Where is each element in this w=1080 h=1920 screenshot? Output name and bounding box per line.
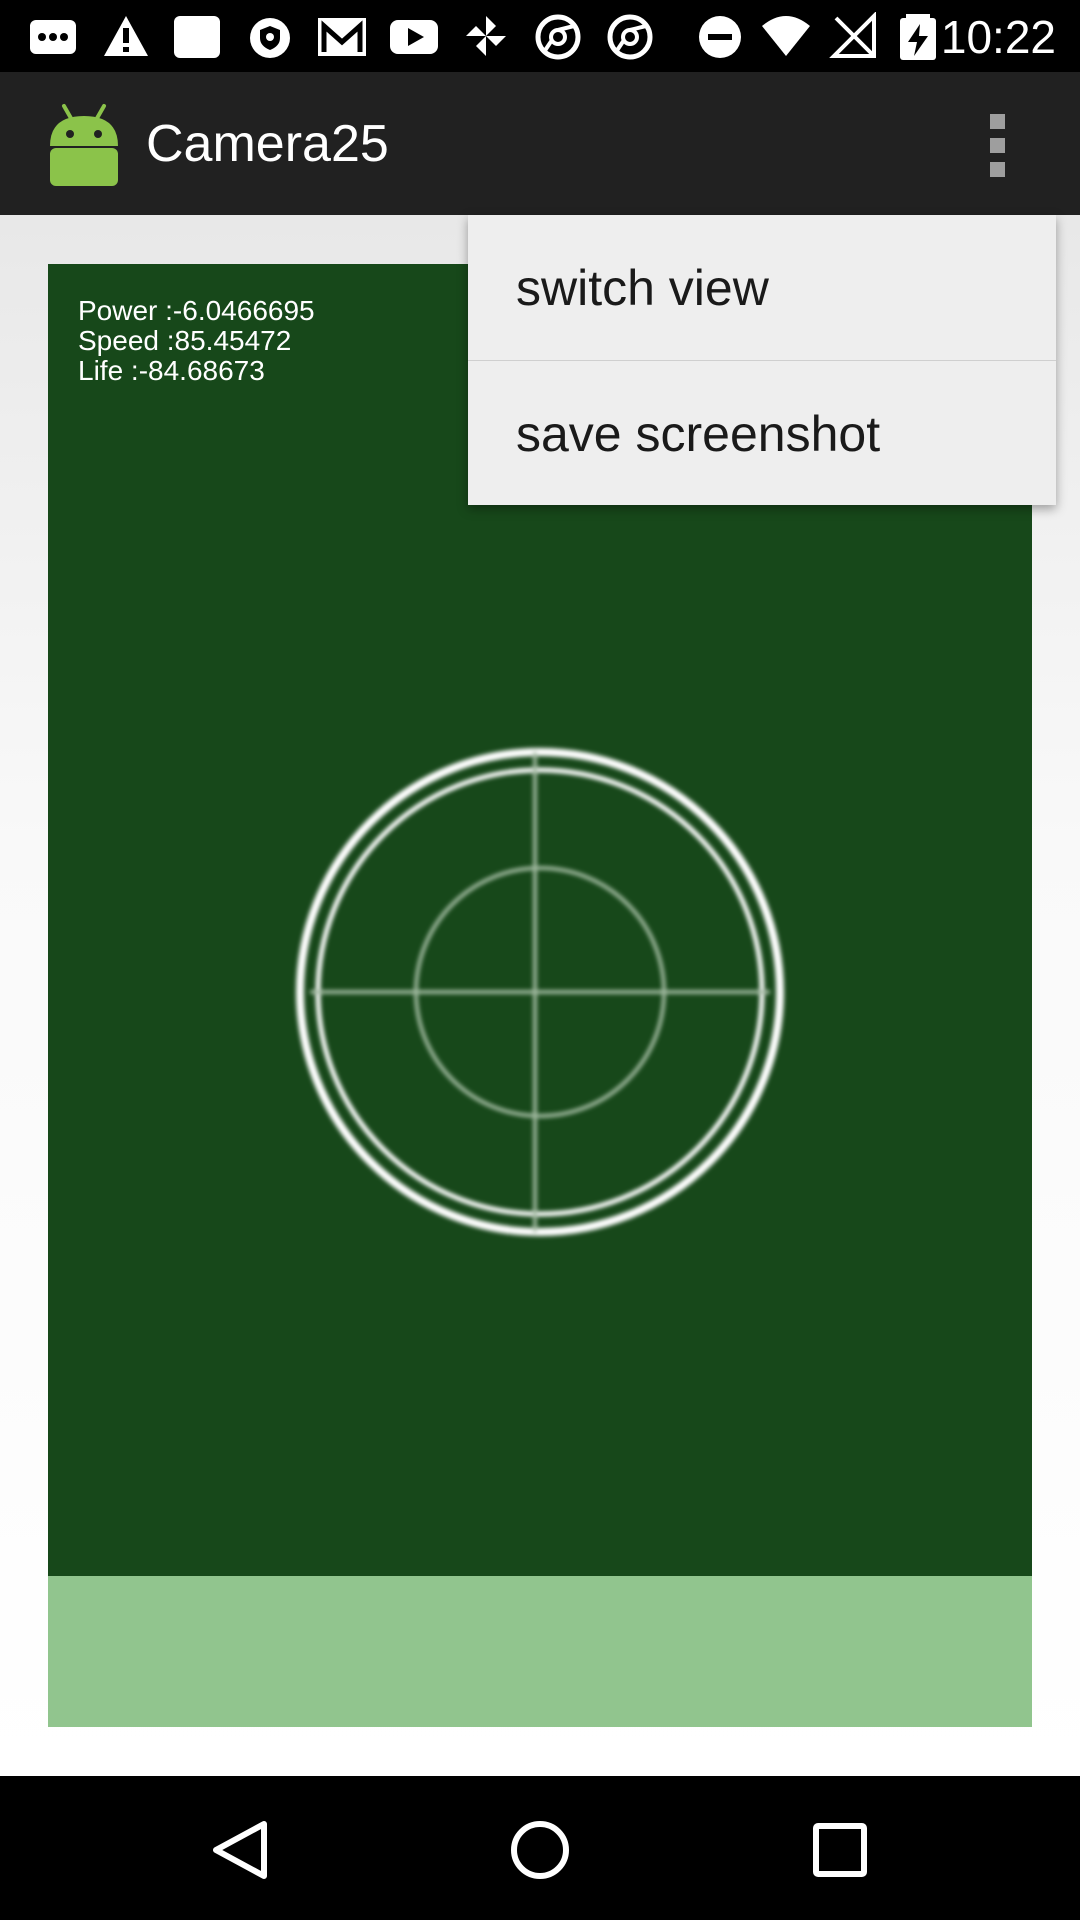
youtube-icon xyxy=(390,20,438,54)
no-signal-icon xyxy=(829,12,876,58)
shield-icon xyxy=(250,18,290,58)
overflow-menu: switch view save screenshot xyxy=(468,215,1056,505)
app-title: Camera25 xyxy=(146,115,389,173)
life-stat: Life :-84.68673 xyxy=(78,355,265,386)
gmail-icon xyxy=(318,18,366,56)
power-stat: Power :-6.0466695 xyxy=(78,295,315,326)
chrome-icon xyxy=(535,14,581,60)
navigation-bar xyxy=(0,1776,1080,1920)
message-icon xyxy=(30,20,76,54)
menu-item-label: switch view xyxy=(516,259,769,316)
android-icon xyxy=(50,104,118,186)
warning-icon xyxy=(104,16,148,56)
menu-item-save-screenshot[interactable]: save screenshot xyxy=(468,361,1056,506)
overflow-menu-icon xyxy=(990,114,1005,129)
wifi-icon xyxy=(762,16,810,56)
app-bar: Camera25 xyxy=(0,72,1080,215)
overflow-menu-icon-dot xyxy=(990,162,1005,177)
overflow-menu-button[interactable] xyxy=(970,110,1024,180)
status-bar: 10:22 xyxy=(0,0,1080,72)
pinwheel-icon xyxy=(466,16,506,56)
overflow-menu-icon-dot xyxy=(990,138,1005,153)
chrome-icon xyxy=(607,14,653,60)
recents-icon[interactable] xyxy=(808,1818,872,1882)
back-icon[interactable] xyxy=(208,1818,272,1882)
crosshair-icon xyxy=(296,748,784,1236)
stats-overlay: Power :-6.0466695 Speed :85.45472 Life :… xyxy=(78,296,315,386)
home-icon[interactable] xyxy=(508,1818,572,1882)
image-icon xyxy=(174,16,220,58)
menu-item-switch-view[interactable]: switch view xyxy=(468,215,1056,360)
status-time: 10:22 xyxy=(940,11,1056,63)
bottom-panel xyxy=(48,1576,1032,1727)
menu-item-label: save screenshot xyxy=(516,405,881,462)
do-not-disturb-icon xyxy=(699,16,741,58)
speed-stat: Speed :85.45472 xyxy=(78,325,292,356)
battery-charging-icon xyxy=(900,14,936,60)
